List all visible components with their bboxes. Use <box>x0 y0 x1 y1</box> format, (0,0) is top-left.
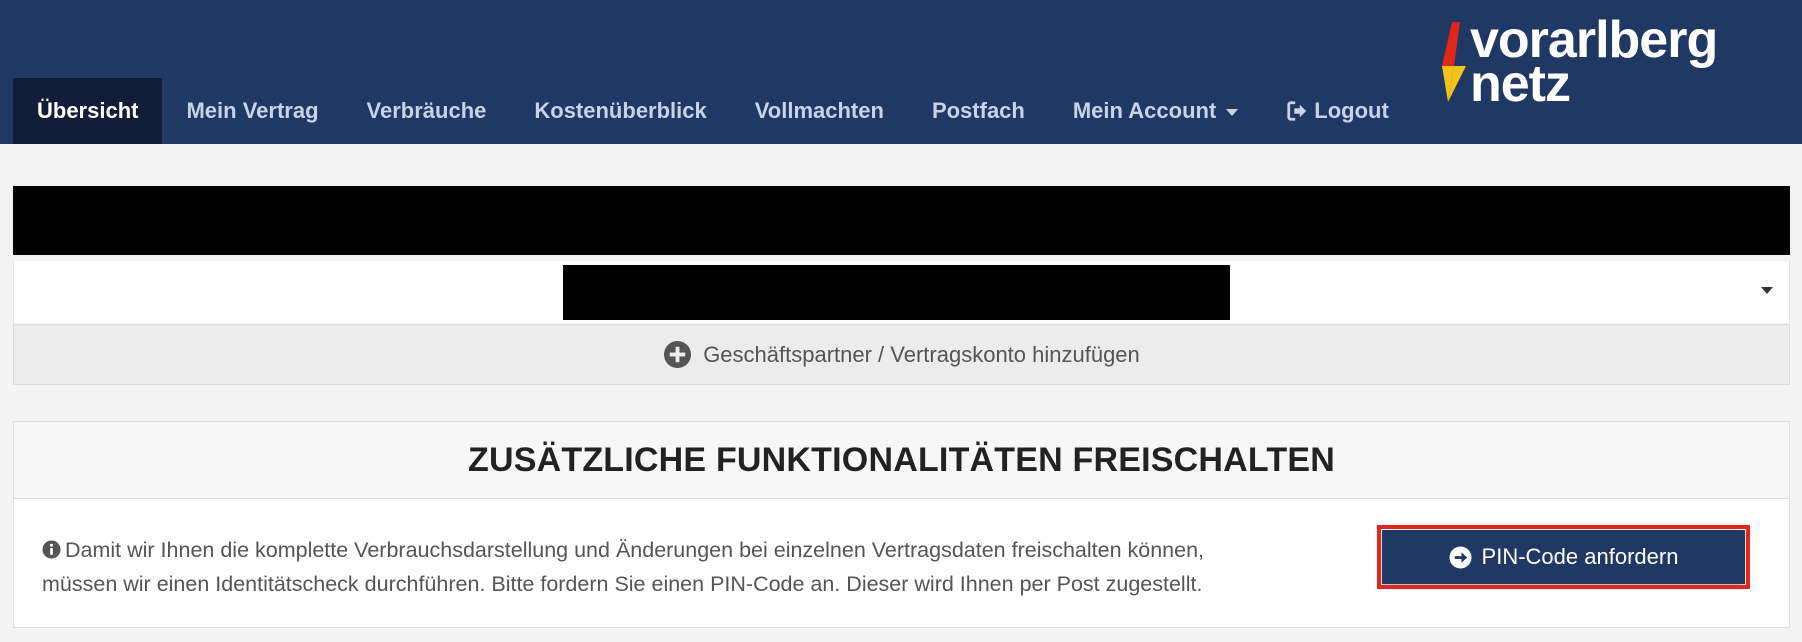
panel-title: ZUSÄTZLICHE FUNKTIONALITÄTEN FREISCHALTE… <box>468 440 1335 479</box>
lightning-bolt-icon <box>1442 22 1466 102</box>
info-line-1: Damit wir Ihnen die komplette Verbrauchs… <box>65 538 1205 562</box>
nav-item-uebersicht[interactable]: Übersicht <box>13 78 163 144</box>
info-text: Damit wir Ihnen die komplette Verbrauchs… <box>42 533 1362 601</box>
nav-label: Kostenüberblick <box>534 98 707 123</box>
panel-body: Damit wir Ihnen die komplette Verbrauchs… <box>14 499 1789 627</box>
nav-item-mein-vertrag[interactable]: Mein Vertrag <box>162 78 342 144</box>
info-line-2: müssen wir einen Identitätscheck durchfü… <box>42 572 1203 596</box>
nav-label: Übersicht <box>37 98 139 123</box>
nav-item-postfach[interactable]: Postfach <box>908 78 1049 144</box>
unlock-features-panel: ZUSÄTZLICHE FUNKTIONALITÄTEN FREISCHALTE… <box>13 421 1790 628</box>
arrow-circle-right-icon <box>1449 545 1472 569</box>
nav-item-verbraeuche[interactable]: Verbräuche <box>343 78 511 144</box>
nav-label: Mein Account <box>1072 98 1217 123</box>
nav-label: Logout <box>1314 98 1389 123</box>
nav-label: Verbräuche <box>366 98 487 123</box>
nav-label: Mein Vertrag <box>186 98 319 123</box>
plus-circle-icon <box>664 340 692 369</box>
contract-account-select[interactable] <box>13 261 1790 323</box>
caret-down-icon <box>1761 287 1773 294</box>
nav-item-mein-account-dropdown[interactable]: Mein Account <box>1049 78 1262 144</box>
nav-label: Postfach <box>931 98 1025 123</box>
nav-item-kostenueberblick[interactable]: Kostenüberblick <box>510 78 730 144</box>
panel-header: ZUSÄTZLICHE FUNKTIONALITÄTEN FREISCHALTE… <box>14 422 1789 499</box>
request-pin-code-label: PIN-Code anfordern <box>1481 544 1679 569</box>
caret-down-icon <box>1226 109 1239 116</box>
vorarlberg-netz-logo[interactable]: vorarlberg netz <box>1434 14 1766 114</box>
top-navbar: Übersicht Mein Vertrag Verbräuche Kosten… <box>0 0 1802 144</box>
redacted-select-value <box>563 265 1230 320</box>
info-circle-icon <box>42 540 61 559</box>
logo-text-line2: netz <box>1470 55 1571 113</box>
add-business-partner-button[interactable]: Geschäftspartner / Vertragskonto hinzufü… <box>13 324 1790 385</box>
nav-item-vollmachten[interactable]: Vollmachten <box>731 78 908 144</box>
request-pin-code-button[interactable]: PIN-Code anfordern <box>1377 525 1750 589</box>
add-business-partner-label: Geschäftspartner / Vertragskonto hinzufü… <box>703 341 1140 367</box>
redacted-header-bar <box>13 186 1790 255</box>
main-navigation: Übersicht Mein Vertrag Verbräuche Kosten… <box>13 78 1413 144</box>
nav-item-logout[interactable]: Logout <box>1262 78 1413 144</box>
logout-icon <box>1287 101 1307 121</box>
nav-label: Vollmachten <box>754 98 884 123</box>
